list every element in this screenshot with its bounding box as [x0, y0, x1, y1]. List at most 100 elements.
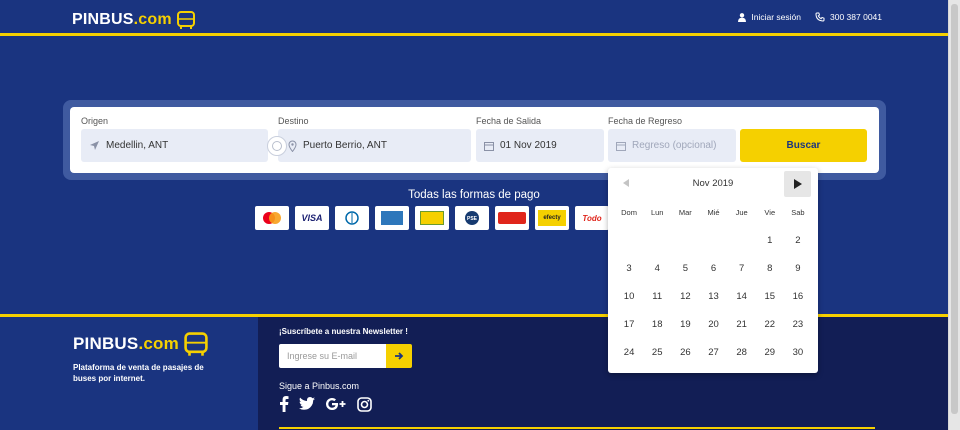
phone-link[interactable]: 300 387 0041	[815, 12, 882, 22]
calendar-day[interactable]: 22	[756, 310, 784, 338]
return-date-calendar: Nov 2019 Dom Lun Mar Mié Jue Vie Sab 123456789…	[608, 168, 818, 373]
baloto-red-logo	[495, 206, 529, 230]
svg-text:PSE: PSE	[467, 216, 478, 222]
destination-label: Destino	[278, 116, 309, 126]
calendar-day[interactable]: 25	[643, 338, 671, 366]
facebook-icon[interactable]	[279, 396, 289, 412]
calendar-day[interactable]: 12	[671, 282, 699, 310]
next-month-button[interactable]	[784, 171, 811, 197]
calendar-day[interactable]: 8	[756, 254, 784, 282]
efecty-logo: efecty	[535, 206, 569, 230]
calendar-days: 1 2 3 4 5 6 7 8 9 10 11 12 13 14 15 16 17 18 19 20 21 22 23 24 2…	[615, 226, 812, 366]
calendar-weekdays: Dom Lun Mar Mié Jue Vie Sab	[615, 208, 812, 217]
diners-club-logo	[335, 206, 369, 230]
calendar-day[interactable]: 29	[756, 338, 784, 366]
calendar-day[interactable]: 4	[643, 254, 671, 282]
weekday-label: Mié	[707, 208, 720, 217]
empty-day-cell	[728, 226, 756, 254]
pinbus-logo[interactable]: PINBUS.com	[72, 9, 196, 31]
newsletter-title: ¡Suscríbete a nuestra Newsletter !	[279, 327, 408, 336]
calendar-day[interactable]: 13	[699, 282, 727, 310]
navigation-arrow-icon	[90, 141, 99, 150]
newsletter-submit-button[interactable]	[386, 344, 412, 368]
calendar-day[interactable]: 19	[671, 310, 699, 338]
origin-field[interactable]: Medellin, ANT	[81, 129, 268, 162]
empty-day-cell	[699, 226, 727, 254]
pse-logo: PSE	[455, 206, 489, 230]
calendar-day[interactable]: 1	[756, 226, 784, 254]
calendar-day[interactable]: 23	[784, 310, 812, 338]
calendar-day[interactable]: 18	[643, 310, 671, 338]
american-express-logo	[375, 206, 409, 230]
calendar-icon	[616, 141, 626, 151]
destination-field[interactable]: Puerto Berrio, ANT	[278, 129, 471, 162]
footer-logo-com-text: .com	[138, 334, 179, 353]
calendar-day[interactable]: 2	[784, 226, 812, 254]
calendar-day[interactable]: 28	[728, 338, 756, 366]
origin-label: Origen	[81, 116, 109, 126]
calendar-day[interactable]: 5	[671, 254, 699, 282]
calendar-day[interactable]: 26	[671, 338, 699, 366]
weekday-label: Mar	[678, 208, 692, 217]
baloto-logo	[415, 206, 449, 230]
footer-logo-main-text: PINBUS	[73, 334, 139, 353]
return-placeholder: Regreso (opcional)	[632, 140, 717, 151]
google-plus-icon[interactable]	[325, 397, 347, 411]
social-links	[279, 396, 372, 412]
bus-icon	[184, 332, 208, 356]
calendar-day[interactable]: 15	[756, 282, 784, 310]
empty-day-cell	[643, 226, 671, 254]
calendar-day[interactable]: 20	[699, 310, 727, 338]
weekday-label: Lun	[650, 208, 664, 217]
swap-icon	[272, 141, 282, 151]
footer-tagline: Plataforma de venta de pasajes de buses …	[73, 363, 204, 383]
empty-day-cell	[615, 226, 643, 254]
vertical-scrollbar[interactable]	[948, 0, 960, 430]
visa-logo: VISA	[295, 206, 329, 230]
calendar-day[interactable]: 17	[615, 310, 643, 338]
empty-day-cell	[671, 226, 699, 254]
map-pin-icon	[288, 140, 297, 152]
search-button[interactable]: Buscar	[740, 129, 867, 162]
origin-value: Medellin, ANT	[106, 140, 169, 151]
calendar-day[interactable]: 9	[784, 254, 812, 282]
bus-icon	[176, 11, 195, 29]
calendar-day[interactable]: 6	[699, 254, 727, 282]
logo-com-text: .com	[133, 11, 172, 28]
phone-icon	[815, 12, 825, 22]
follow-us-title: Sigue a Pinbus.com	[279, 381, 360, 391]
calendar-day[interactable]: 7	[728, 254, 756, 282]
calendar-day[interactable]: 11	[643, 282, 671, 310]
calendar-icon	[484, 141, 494, 151]
departure-value: 01 Nov 2019	[500, 140, 557, 151]
swap-route-button[interactable]	[267, 136, 287, 156]
weekday-label: Dom	[621, 208, 637, 217]
departure-date-field[interactable]: 01 Nov 2019	[476, 129, 604, 162]
scrollbar-thumb[interactable]	[951, 4, 958, 414]
calendar-day[interactable]: 3	[615, 254, 643, 282]
calendar-day[interactable]: 16	[784, 282, 812, 310]
weekday-label: Jue	[735, 208, 748, 217]
calendar-day[interactable]: 24	[615, 338, 643, 366]
chevron-right-icon	[793, 179, 802, 189]
calendar-day[interactable]: 30	[784, 338, 812, 366]
header-actions: Iniciar sesión 300 387 0041	[738, 12, 882, 22]
calendar-day[interactable]: 21	[728, 310, 756, 338]
weekday-label: Sab	[791, 208, 805, 217]
calendar-day[interactable]: 14	[728, 282, 756, 310]
twitter-icon[interactable]	[299, 397, 315, 411]
phone-number: 300 387 0041	[830, 12, 882, 22]
calendar-day[interactable]: 27	[699, 338, 727, 366]
login-label: Iniciar sesión	[751, 12, 801, 22]
newsletter-email-input[interactable]: Ingrese su E-mail	[279, 344, 386, 368]
login-link[interactable]: Iniciar sesión	[738, 12, 801, 22]
payment-methods-row: VISA PSE efecty Todo	[255, 206, 609, 230]
return-label: Fecha de Regreso	[608, 116, 683, 126]
calendar-header: Nov 2019	[608, 168, 818, 198]
footer-pinbus-logo[interactable]: PINBUS.com	[73, 331, 209, 357]
calendar-day[interactable]: 10	[615, 282, 643, 310]
logo-main-text: PINBUS	[72, 11, 134, 28]
mastercard-logo	[255, 206, 289, 230]
return-date-field[interactable]: Regreso (opcional)	[608, 129, 736, 162]
instagram-icon[interactable]	[357, 396, 372, 412]
